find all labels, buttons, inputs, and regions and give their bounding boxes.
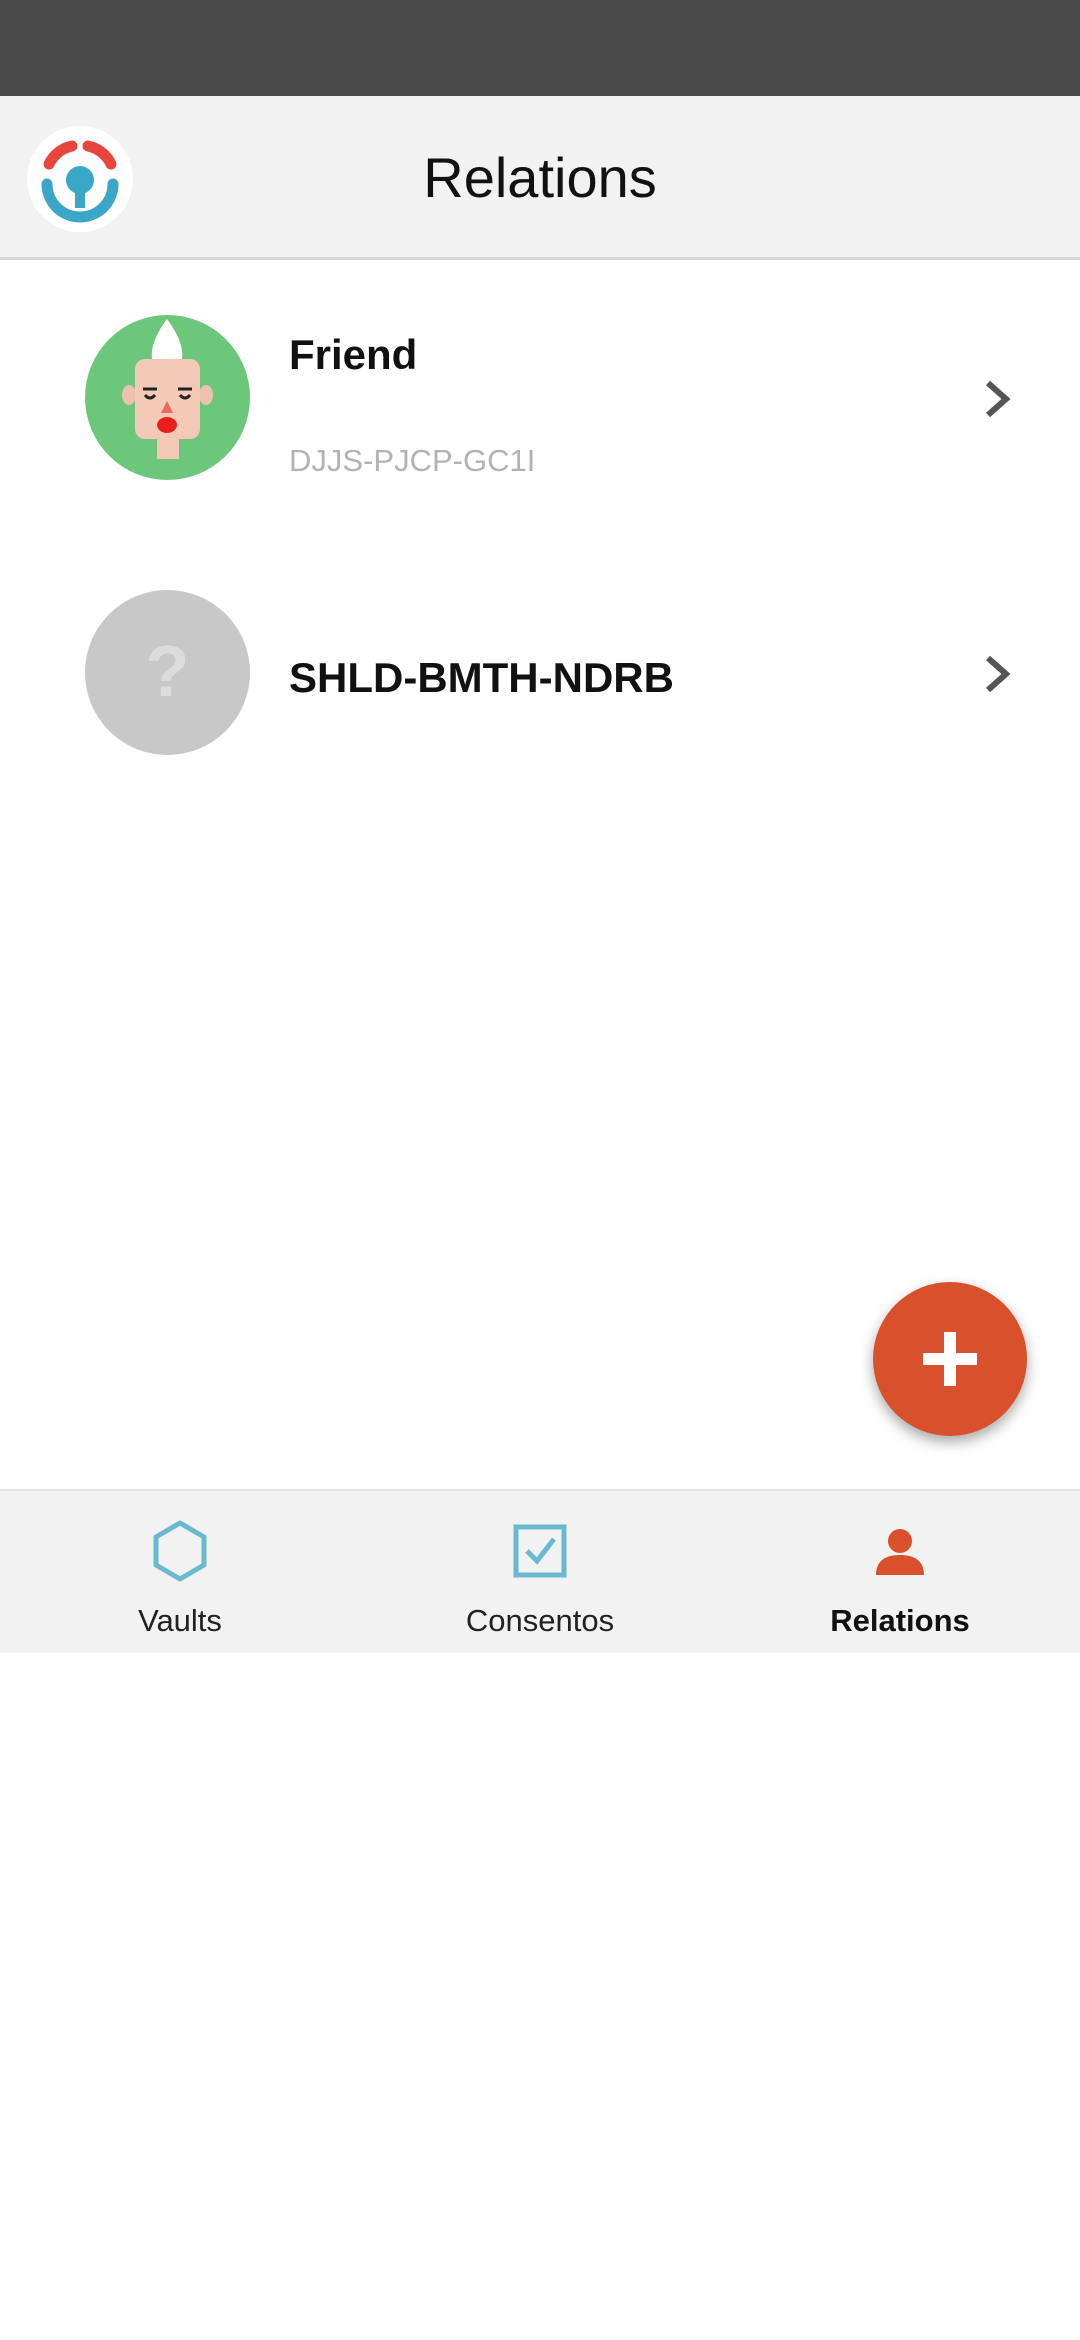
checkbox-icon [513,1524,567,1578]
chevron-right-icon [986,380,1011,418]
tab-consentos[interactable]: Consentos [360,1491,720,1655]
unknown-avatar-icon: ? [85,590,250,755]
plus-icon [923,1332,977,1386]
tab-label: Relations [830,1603,970,1638]
bottom-nav: Vaults Consentos Relations [0,1489,1080,1653]
person-icon [876,1529,924,1575]
tab-relations[interactable]: Relations [720,1491,1080,1655]
status-bar [0,0,1080,96]
relation-name: SHLD-BMTH-NDRB [289,654,674,701]
tab-label: Consentos [465,1603,615,1638]
app-header: Relations [0,96,1080,260]
add-relation-button[interactable] [873,1282,1027,1436]
relation-row-unknown[interactable]: ? SHLD-BMTH-NDRB [0,538,1080,813]
face-avatar-icon [85,315,250,480]
hexagon-icon [153,1520,207,1582]
relation-name: Friend [289,331,418,378]
app-logo-icon[interactable] [27,126,133,232]
tab-label: Vaults [138,1603,222,1638]
tab-vaults[interactable]: Vaults [0,1491,360,1655]
page-title: Relations [423,146,657,209]
chevron-right-icon [986,655,1011,693]
avatar-placeholder: ? [145,632,190,712]
relation-row-friend[interactable]: Friend DJJS-PJCP-GC1I [0,263,1080,538]
relation-code: DJJS-PJCP-GC1I [289,443,536,478]
relation-list: Friend DJJS-PJCP-GC1I ? SHLD-BMTH-NDRB [0,263,1080,813]
